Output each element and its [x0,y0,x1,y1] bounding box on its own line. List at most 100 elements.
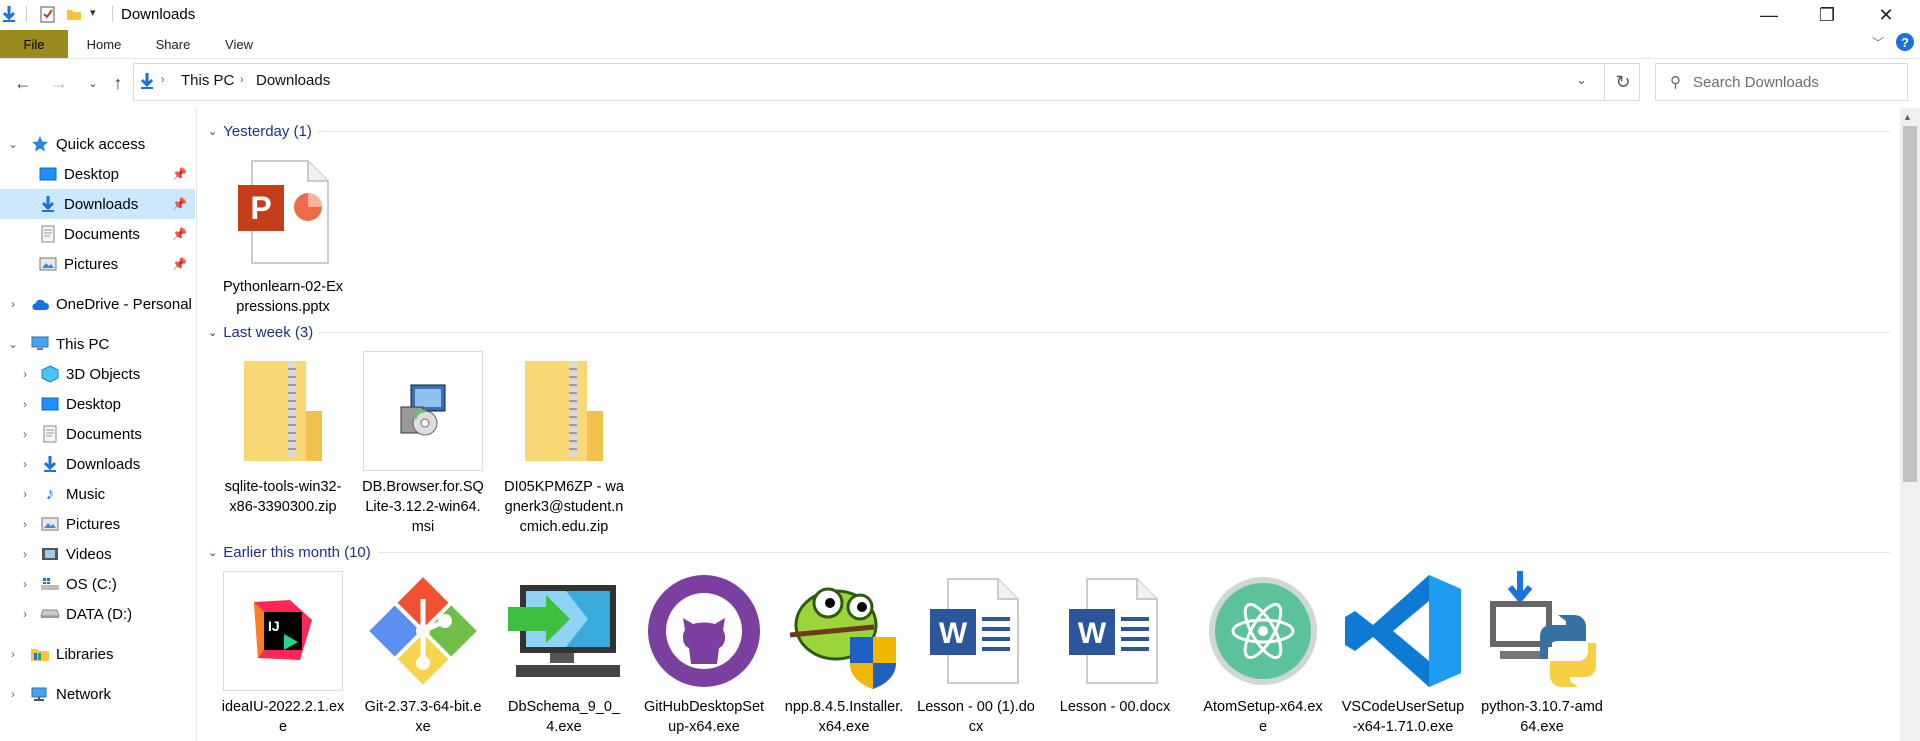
svg-text:IJ: IJ [268,618,280,634]
tab-view[interactable]: View [218,30,260,58]
file-tile[interactable]: AtomSetup-x64.exe [1201,571,1325,737]
sidebar-item-documents[interactable]: › Documents [0,419,195,449]
drive-icon [40,605,60,623]
chevron-down-icon[interactable]: ⌄ [208,546,217,559]
group-header-earlier-this-month[interactable]: ⌄ Earlier this month (10) [208,541,371,563]
sidebar-item-network[interactable]: › Network [0,679,195,709]
breadcrumb-this-pc[interactable]: This PC [181,72,234,89]
vscode-app-icon [1343,571,1463,691]
file-tile[interactable]: Git-2.37.3-64-bit.exe [361,571,485,737]
window-title: Downloads [121,6,196,23]
chevron-right-icon[interactable]: › [18,457,32,471]
chevron-right-icon[interactable]: › [18,367,32,381]
help-button[interactable]: ? [1896,33,1914,51]
sidebar-item-label: OneDrive - Personal [56,295,192,313]
chevron-right-icon[interactable]: › [18,487,32,501]
chevron-down-icon[interactable]: ⌄ [208,326,217,339]
properties-checkbox-icon[interactable] [40,6,56,26]
sidebar-item-label: DATA (D:) [66,605,133,623]
forward-arrow-icon[interactable]: → [44,66,74,100]
sidebar-item-os-c[interactable]: › OS (C:) [0,569,195,599]
pin-icon[interactable]: 📌 [172,197,187,211]
sidebar-item-videos[interactable]: › Videos [0,539,195,569]
sidebar-item-data-d[interactable]: › DATA (D:) [0,599,195,629]
file-tile[interactable]: VSCodeUserSetup-x64-1.71.0.exe [1341,571,1465,737]
sidebar-item-this-pc[interactable]: ⌄ This PC [0,329,195,359]
chevron-down-icon[interactable]: ⌄ [6,137,20,151]
sidebar-item-downloads[interactable]: › Downloads [0,449,195,479]
dbschema-app-icon [504,571,624,691]
sidebar-item-downloads-quick[interactable]: Downloads 📌 [0,189,195,219]
address-dropdown-chevron-icon[interactable]: ⌄ [1576,72,1587,88]
file-tile[interactable]: python-3.10.7-amd64.exe [1480,571,1604,737]
back-arrow-icon[interactable]: ← [8,66,38,100]
music-note-icon: ♪ [45,484,55,503]
computer-icon [30,335,50,353]
downloads-icon [38,195,58,213]
breadcrumb-downloads[interactable]: Downloads [256,72,330,89]
file-tile[interactable]: IJ ideaIU-2022.2.1.exe [221,571,345,737]
sidebar-item-onedrive[interactable]: › OneDrive - Personal [0,289,195,319]
chevron-down-icon[interactable]: ⌄ [6,337,20,351]
chevron-right-icon[interactable]: › [18,607,32,621]
tab-file[interactable]: File [0,30,68,58]
address-bar[interactable] [133,63,1640,101]
tab-share[interactable]: Share [150,30,196,58]
pin-icon[interactable]: 📌 [172,257,187,271]
group-separator [378,552,1890,553]
chevron-right-icon[interactable]: › [6,687,20,701]
refresh-icon[interactable]: ↻ [1604,63,1641,101]
expand-ribbon-chevron-icon[interactable]: ﹀ [1872,34,1884,51]
file-tile[interactable]: sqlite-tools-win32-x86-3390300.zip [221,351,345,517]
file-tile[interactable]: DI05KPM6ZP - wagnerk3@student.ncmich.edu… [502,351,626,537]
file-tile[interactable]: npp.8.4.5.Installer.x64.exe [782,571,906,737]
sidebar-item-pictures-quick[interactable]: Pictures 📌 [0,249,195,279]
chevron-right-icon[interactable]: › [18,427,32,441]
breadcrumb-separator-icon: › [161,74,165,86]
sidebar-item-label: OS (C:) [66,575,117,593]
sidebar-item-label: Pictures [66,515,121,533]
file-tile[interactable]: DB.Browser.for.SQLite-3.12.2-win64.msi [361,351,485,537]
chevron-right-icon[interactable]: › [18,577,32,591]
sidebar-item-desktop[interactable]: › Desktop [0,389,195,419]
group-header-last-week[interactable]: ⌄ Last week (3) [208,321,313,343]
separator [112,6,113,22]
file-tile[interactable]: W Lesson - 00 (1).docx [914,571,1038,737]
chevron-right-icon[interactable]: › [6,297,20,311]
up-arrow-icon[interactable]: ↑ [103,66,133,100]
sidebar-item-3d-objects[interactable]: › 3D Objects [0,359,195,389]
file-tile[interactable]: GitHubDesktopSetup-x64.exe [642,571,766,737]
file-name: Git-2.37.3-64-bit.exe [364,699,482,735]
pin-icon[interactable]: 📌 [172,227,187,241]
scroll-up-arrow-icon[interactable]: ▲ [1903,112,1912,122]
file-name: npp.8.4.5.Installer.x64.exe [784,699,904,735]
quick-access-dropdown-icon[interactable]: ▾ [90,6,96,19]
pin-icon[interactable]: 📌 [172,167,187,181]
sidebar-item-pictures[interactable]: › Pictures [0,509,195,539]
file-tile[interactable]: P Pythonlearn-02-Expressions.pptx [221,151,345,317]
sidebar-item-label: Downloads [66,455,141,473]
tab-home[interactable]: Home [80,30,128,58]
sidebar-item-music[interactable]: › ♪ Music [0,479,195,509]
sidebar-item-desktop-quick[interactable]: Desktop 📌 [0,159,195,189]
file-tile[interactable]: DbSchema_9_0_4.exe [502,571,626,737]
sidebar-item-label: Desktop [66,395,122,413]
file-name: Lesson - 00.docx [1059,699,1171,715]
chevron-down-icon[interactable]: ⌄ [208,125,217,138]
sidebar-item-quick-access[interactable]: ⌄ Quick access [0,129,195,159]
scrollbar-thumb[interactable] [1903,126,1917,482]
chevron-right-icon[interactable]: › [6,647,20,661]
chevron-right-icon[interactable]: › [18,397,32,411]
search-input[interactable]: ⚲ Search Downloads [1655,63,1908,101]
new-folder-icon[interactable] [66,6,82,25]
chevron-right-icon[interactable]: › [18,547,32,561]
group-header-yesterday[interactable]: ⌄ Yesterday (1) [208,120,312,142]
minimize-button[interactable]: — [1740,0,1798,30]
powerpoint-file-icon: P [223,151,343,271]
chevron-right-icon[interactable]: › [18,517,32,531]
sidebar-item-libraries[interactable]: › Libraries [0,639,195,669]
maximize-button[interactable]: ❐ [1798,0,1856,30]
file-tile[interactable]: W Lesson - 00.docx [1053,571,1177,717]
sidebar-item-documents-quick[interactable]: Documents 📌 [0,219,195,249]
close-button[interactable]: ✕ [1857,0,1915,30]
